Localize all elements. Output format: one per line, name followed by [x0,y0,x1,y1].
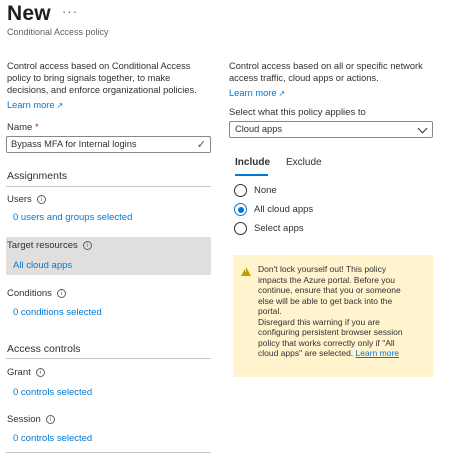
access-controls-heading: Access controls [7,343,81,355]
left-description: Control access based on Conditional Acce… [7,60,197,96]
warning-line: impacts the Azure portal. Before you [258,274,396,285]
warning-line: portal. [258,306,282,316]
active-tab-indicator [235,174,268,176]
right-description: Control access based on all or specific … [229,60,423,84]
users-label: Users i [7,194,46,205]
radio-button[interactable] [234,222,247,235]
name-input-value[interactable]: Bypass MFA for Internal logins [11,139,137,149]
grant-label-text: Grant [7,367,31,378]
users-selection-link[interactable]: 0 users and groups selected [13,212,132,223]
warning-line: continue, ensure that you or someone [258,285,401,295]
radio-label[interactable]: Select apps [254,223,304,234]
right-learn-more-label[interactable]: Learn more [229,88,277,98]
name-label: Name * [7,122,39,133]
radio-button-selected[interactable] [234,203,247,216]
warning-line-last: cloud apps" are selected. Learn more [258,348,428,359]
applies-to-dropdown[interactable]: Cloud apps [229,121,433,138]
warning-learn-more-link[interactable]: Learn more [356,348,399,358]
radio-button[interactable] [234,184,247,197]
left-description-line: Control access based on Conditional Acce… [7,61,191,71]
radio-label[interactable]: None [254,185,277,196]
target-resources-label: Target resources i [7,240,92,251]
left-learn-more-link[interactable]: Learn more ↗ [7,95,63,113]
assignments-heading: Assignments [7,170,68,182]
right-learn-more-link[interactable]: Learn more ↗ [229,83,285,101]
applies-to-value[interactable]: Cloud apps [235,124,282,134]
radio-option-select-apps[interactable]: Select apps [234,222,304,235]
warning-text: Don't lock yourself out! This policy imp… [258,264,428,359]
radio-option-all-cloud-apps[interactable]: All cloud apps [234,203,313,216]
checkmark-icon: ✓ [196,139,206,151]
more-icon[interactable]: ··· [62,4,78,19]
warning-icon [241,267,251,276]
left-description-line: policy to bring signals together, to mak… [7,73,171,83]
warning-line: configuring persistent browser session [258,327,403,337]
target-resources-label-text: Target resources [7,240,78,251]
assignments-divider [6,186,211,187]
required-marker: * [34,122,39,133]
info-icon[interactable]: i [35,368,45,377]
warning-line: policy that works correctly only if "All [258,337,395,348]
applies-to-label: Select what this policy applies to [229,107,366,118]
tab-exclude[interactable]: Exclude [286,157,322,168]
tab-include[interactable]: Include [235,157,270,168]
warning-line: Disregard this warning if you are [258,316,380,327]
conditions-label: Conditions i [7,288,66,299]
info-icon[interactable]: i [56,289,66,298]
warning-line: else will be able to get back into the [258,295,393,306]
info-icon[interactable]: i [45,415,55,424]
grant-label: Grant i [7,367,45,378]
bottom-divider [6,452,211,453]
users-label-text: Users [7,194,32,205]
info-icon[interactable]: i [82,241,92,250]
name-input[interactable]: Bypass MFA for Internal logins ✓ [6,136,211,153]
chevron-down-icon[interactable] [417,123,428,134]
warning-line: Don't lock yourself out! This policy [258,264,387,274]
page-title: New [7,2,51,25]
radio-label[interactable]: All cloud apps [254,204,313,215]
right-description-line: Control access based on all or specific … [229,61,423,71]
grant-link[interactable]: 0 controls selected [13,387,92,398]
warning-line: cloud apps" are selected. [258,348,354,358]
access-controls-divider [6,358,211,359]
external-link-icon: ↗ [56,101,64,110]
name-label-text: Name [7,122,33,133]
conditions-label-text: Conditions [7,288,52,299]
target-resources-link[interactable]: All cloud apps [13,260,72,271]
warning-message-bar: Don't lock yourself out! This policy imp… [233,255,433,377]
conditions-link[interactable]: 0 conditions selected [13,307,102,318]
session-label-text: Session [7,414,41,425]
left-learn-more-label[interactable]: Learn more [7,100,55,110]
session-link[interactable]: 0 controls selected [13,433,92,444]
radio-option-none[interactable]: None [234,184,277,197]
session-label: Session i [7,414,55,425]
external-link-icon: ↗ [278,89,286,98]
page-subtitle: Conditional Access policy [7,27,109,37]
info-icon[interactable]: i [36,195,46,204]
